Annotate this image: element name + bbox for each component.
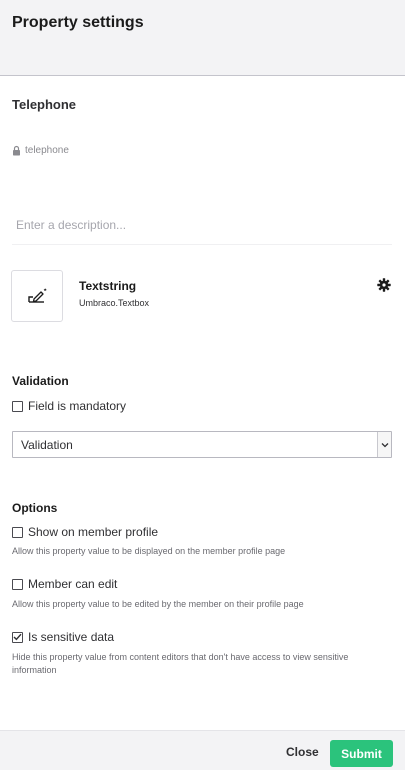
chevron-down-icon[interactable]: [377, 432, 391, 457]
close-button[interactable]: Close: [286, 745, 319, 759]
dialog-title: Property settings: [12, 14, 144, 31]
pencil-edit-icon: [28, 288, 47, 303]
option-row-show-on-profile[interactable]: Show on member profile: [12, 525, 158, 539]
show-on-profile-checkbox[interactable]: [12, 526, 23, 538]
editor-picker[interactable]: [11, 270, 63, 322]
gear-icon[interactable]: [377, 278, 391, 292]
mandatory-checkbox-row[interactable]: Field is mandatory: [12, 399, 126, 413]
dialog-footer: Close Submit: [0, 730, 405, 770]
option-label: Show on member profile: [28, 525, 159, 539]
lock-icon[interactable]: [12, 145, 21, 156]
alias-text: telephone: [25, 145, 69, 156]
validation-select-value: Validation: [21, 437, 73, 452]
option-help-text: Hide this property value from content ed…: [12, 652, 349, 675]
option-label: Is sensitive data: [28, 630, 115, 644]
option-label: Member can edit: [28, 577, 118, 591]
option-row-sensitive-data[interactable]: Is sensitive data: [12, 630, 114, 644]
options-title: Options: [12, 501, 58, 515]
checkmark-icon: [13, 633, 22, 641]
option-row-member-can-edit[interactable]: Member can edit: [12, 577, 117, 591]
option-help-text: Allow this property value to be displaye…: [12, 546, 286, 556]
dialog-header: Property settings: [0, 0, 405, 76]
mandatory-label: Field is mandatory: [28, 399, 127, 413]
dialog-body: Telephone telephone Textstring Umbraco.T…: [0, 77, 405, 730]
description-input[interactable]: [12, 205, 392, 245]
property-alias[interactable]: telephone: [12, 145, 69, 156]
validation-select[interactable]: Validation: [12, 431, 392, 458]
submit-button[interactable]: Submit: [330, 740, 393, 767]
editor-name[interactable]: Textstring: [79, 279, 136, 293]
mandatory-checkbox[interactable]: [12, 400, 23, 412]
property-name[interactable]: Telephone: [12, 97, 76, 112]
validation-title: Validation: [12, 374, 69, 388]
editor-alias: Umbraco.Textbox: [79, 298, 150, 308]
option-help-text: Allow this property value to be edited b…: [12, 599, 304, 609]
member-can-edit-checkbox[interactable]: [12, 578, 23, 590]
sensitive-data-checkbox[interactable]: [12, 631, 23, 643]
